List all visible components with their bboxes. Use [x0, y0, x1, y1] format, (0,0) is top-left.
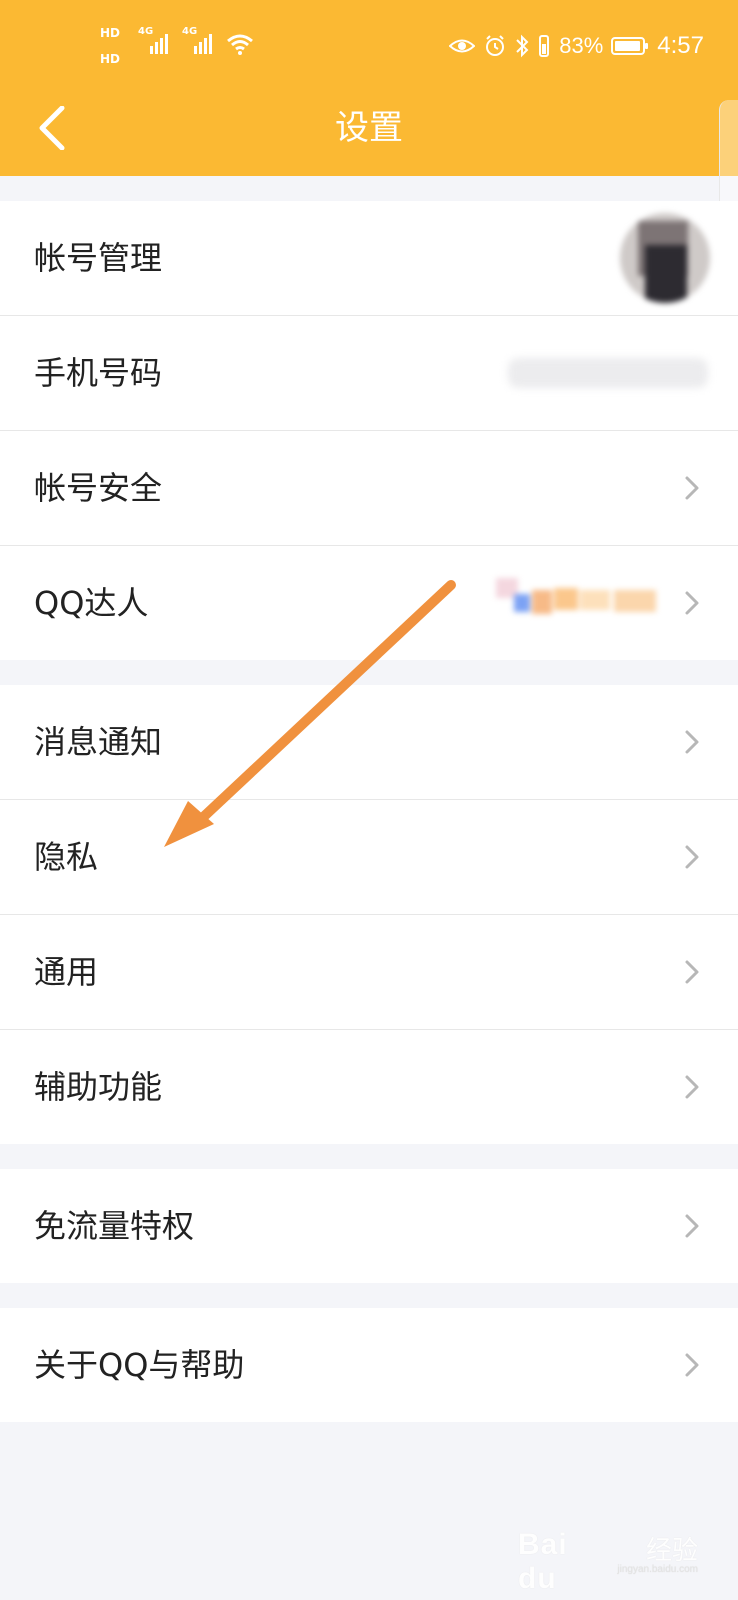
settings-row-label: 消息通知	[34, 723, 163, 761]
battery-percent: 83%	[559, 33, 604, 58]
hd-1-icon: HD	[100, 26, 121, 40]
settings-row-privacy[interactable]: 隐私	[0, 800, 738, 915]
settings-row-account-security[interactable]: 帐号安全	[0, 431, 738, 546]
settings-row-label: 辅助功能	[34, 1068, 163, 1106]
settings-row-label: 通用	[34, 953, 99, 991]
settings-row-notifications[interactable]: 消息通知	[0, 685, 738, 800]
chevron-right-icon	[685, 960, 699, 984]
chevron-right-icon	[685, 730, 699, 754]
topbar: 设置	[0, 90, 738, 176]
bluetooth-icon	[516, 34, 529, 58]
chevron-right-icon	[685, 1353, 699, 1377]
settings-row-label: 帐号管理	[34, 239, 163, 277]
status-left: HD HD 4G 4G	[100, 24, 270, 72]
wifi-icon	[227, 34, 253, 55]
settings-row-label: 关于QQ与帮助	[34, 1346, 245, 1384]
settings-row-about-help[interactable]: 关于QQ与帮助	[0, 1308, 738, 1422]
watermark-logo: Bai du	[518, 1528, 568, 1595]
settings-row-qq-expert[interactable]: QQ达人	[0, 546, 738, 660]
status-right: 83% 4:57	[449, 28, 704, 64]
settings-row-label: 帐号安全	[34, 469, 163, 507]
eye-icon	[449, 39, 476, 53]
chevron-right-icon	[685, 1214, 699, 1238]
hd-2-icon: HD	[100, 52, 121, 66]
settings-row-label: 隐私	[34, 838, 99, 876]
settings-group-3: 免流量特权	[0, 1169, 738, 1283]
signal-1-icon: 4G	[138, 26, 176, 56]
settings-row-account-management[interactable]: 帐号管理	[0, 201, 738, 316]
signal-2-icon: 4G	[182, 26, 220, 56]
phone-number-redacted	[508, 358, 708, 388]
signal-bars-2-icon	[194, 34, 212, 54]
chevron-right-icon	[685, 1075, 699, 1099]
settings-group-4: 关于QQ与帮助	[0, 1308, 738, 1422]
settings-row-free-data[interactable]: 免流量特权	[0, 1169, 738, 1283]
watermark-url: jingyan.baidu.com	[617, 1564, 698, 1575]
chevron-right-icon	[685, 845, 699, 869]
status-bar: HD HD 4G 4G 83% 4:57	[0, 0, 738, 90]
badge-redacted	[488, 576, 678, 630]
settings-row-general[interactable]: 通用	[0, 915, 738, 1030]
chevron-right-icon	[685, 591, 699, 615]
avatar	[620, 213, 710, 303]
alarm-icon	[486, 35, 505, 56]
signal-bars-1-icon	[150, 34, 168, 54]
clock: 4:57	[657, 32, 704, 59]
settings-row-phone-number[interactable]: 手机号码	[0, 316, 738, 431]
watermark: Bai du 经验 jingyan.baidu.com	[518, 1518, 698, 1595]
vibrate-battery-icon	[539, 35, 550, 57]
settings-row-accessibility[interactable]: 辅助功能	[0, 1030, 738, 1144]
settings-row-label: 免流量特权	[34, 1207, 195, 1245]
settings-group-2: 消息通知 隐私 通用 辅助功能	[0, 685, 738, 1144]
chevron-right-icon	[685, 476, 699, 500]
page-title: 设置	[335, 108, 403, 148]
header: HD HD 4G 4G 83% 4:57 设置	[0, 0, 738, 176]
settings-row-label: 手机号码	[34, 354, 163, 392]
settings-row-label: QQ达人	[34, 584, 149, 622]
settings-group-1: 帐号管理 手机号码 帐号安全 QQ达人	[0, 201, 738, 660]
battery-icon	[611, 37, 649, 55]
watermark-text: 经验	[645, 1536, 698, 1566]
